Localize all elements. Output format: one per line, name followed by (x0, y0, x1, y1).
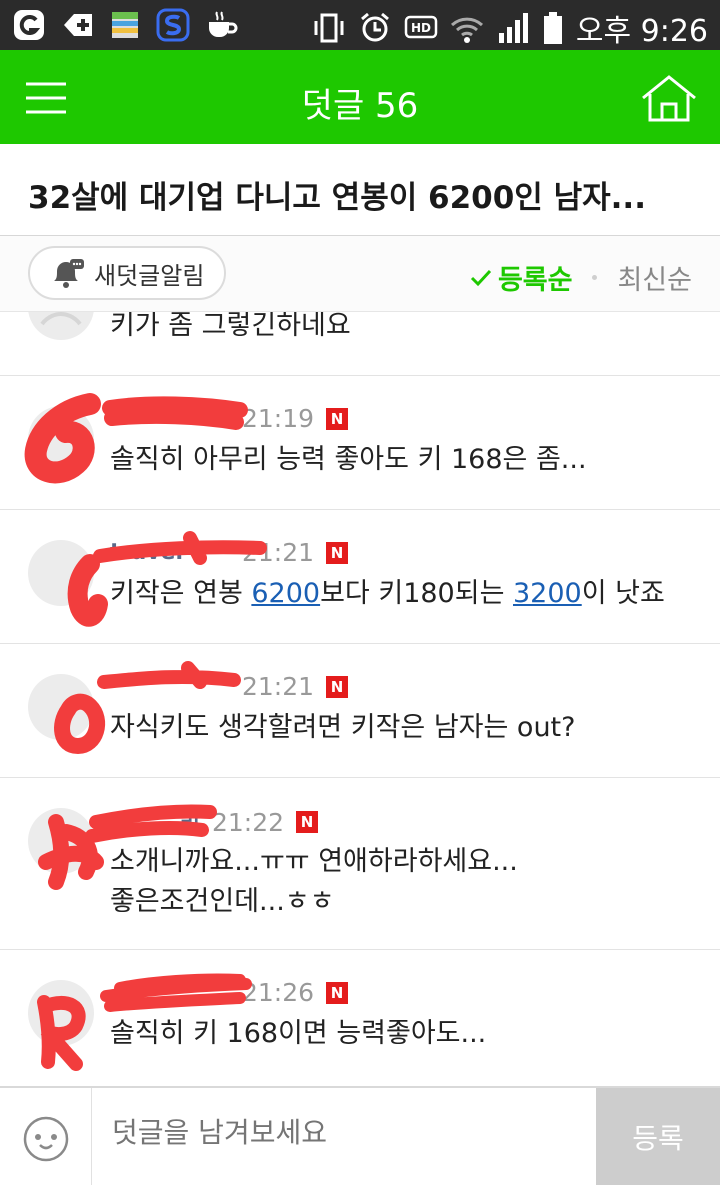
wifi-icon (450, 17, 483, 43)
comment-time: 21:21 (242, 672, 315, 701)
comment-time: 21:26 (242, 978, 315, 1007)
comment-input-bar: 등록 (0, 1086, 720, 1185)
clock-time: 오후 9:26 (575, 14, 708, 49)
status-bar: HD 오후 9:26 (0, 0, 720, 50)
svg-text:HD: HD (411, 21, 431, 35)
page-title: 덧글 56 (301, 86, 419, 126)
home-icon[interactable] (640, 74, 698, 122)
comment-text-part: 보다 키180되는 (320, 578, 513, 609)
comment-author[interactable]: 리 (110, 806, 200, 838)
comment-text: 키작은 연봉 6200보다 키180되는 3200이 낫죠 (110, 574, 690, 614)
comment-author[interactable]: travel (110, 540, 230, 565)
avatar[interactable] (28, 406, 94, 472)
alarm-label: 새덧글알림 (94, 261, 205, 290)
check-icon (470, 269, 492, 286)
sort-bar: 새덧글알림 등록순 최신순 (0, 236, 720, 312)
new-badge: N (326, 981, 349, 1004)
comment-item: travel 21:21 N 키작은 연봉 6200보다 키180되는 3200… (0, 510, 720, 644)
sort-divider (592, 275, 598, 280)
notes-icon (112, 12, 138, 38)
app-s-icon (156, 8, 190, 42)
sort-active-label: 등록순 (497, 265, 573, 296)
new-badge: N (296, 811, 319, 833)
app-g-icon (14, 10, 44, 40)
coffee-icon (209, 11, 238, 37)
comment-text: 솔직히 키 168이면 능력좋아도... (110, 1018, 487, 1049)
sticker-button[interactable] (0, 1088, 92, 1185)
inline-link-3200[interactable]: 3200 (513, 578, 582, 609)
comment-time: 21:21 (242, 538, 315, 567)
new-badge: N (326, 675, 349, 698)
submit-comment-button[interactable]: 등록 (596, 1088, 720, 1185)
avatar[interactable] (28, 540, 94, 606)
comment-text: 솔직히 아무리 능력 좋아도 키 168은 좀... (110, 444, 587, 475)
comment-text: 자식키도 생각할려면 키작은 남자는 out? (110, 712, 576, 743)
comment-text: 소개니까요...ㅠㅠ 연애하라하세요... 좋은조건인데...ㅎㅎ (110, 846, 518, 917)
comment-text-part: 이 낫죠 (581, 578, 665, 609)
comment-item: 21:21 N 자식키도 생각할려면 키작은 남자는 out? (0, 644, 720, 778)
article-header: 32살에 대기업 다니고 연봉이 6200인 남자... (0, 144, 720, 236)
comment-time: 21:22 (212, 807, 285, 837)
comment-item: 리 21:22 N 소개니까요...ㅠㅠ 연애하라하세요... 좋은조건인데..… (0, 778, 720, 950)
smiley-face-icon (23, 1116, 69, 1162)
signal-icon (498, 13, 528, 43)
alarm-icon (360, 12, 389, 42)
vibrate-icon (314, 13, 344, 43)
hd-icon: HD (404, 15, 438, 39)
plus-icon (64, 14, 92, 36)
inline-link-6200[interactable]: 6200 (251, 578, 320, 609)
comment-item: 21:19 N 솔직히 아무리 능력 좋아도 키 168은 좀... (0, 376, 720, 510)
comment-text-part: 키작은 연봉 (110, 578, 252, 609)
avatar[interactable] (28, 980, 94, 1046)
sort-by-latest[interactable]: 최신순 (617, 258, 692, 297)
comment-item: 21:26 N 솔직히 키 168이면 능력좋아도... (0, 950, 720, 1086)
avatar[interactable] (28, 808, 94, 874)
article-title[interactable]: 32살에 대기업 다니고 연봉이 6200인 남자... (28, 172, 698, 217)
comment-text: 키가 좀 그렇긴하네요 (110, 312, 351, 341)
battery-icon (543, 12, 562, 44)
app-bar: 덧글 56 (0, 50, 720, 144)
comment-input[interactable] (112, 1116, 582, 1149)
sort-by-registration[interactable]: 등록순 (470, 258, 573, 297)
new-badge: N (326, 541, 349, 564)
avatar[interactable] (28, 674, 94, 740)
comment-item: 키가 좀 그렇긴하네요 (0, 312, 720, 376)
bell-chat-icon (54, 259, 84, 288)
avatar[interactable] (28, 312, 94, 340)
comment-time: 21:19 (242, 404, 315, 433)
comment-list: 키가 좀 그렇긴하네요 21:19 N 솔직히 아무리 능력 좋아도 키 168… (0, 312, 720, 1086)
new-badge: N (326, 407, 349, 430)
new-comment-alarm-button[interactable]: 새덧글알림 (28, 246, 227, 300)
default-avatar-icon (40, 312, 82, 326)
